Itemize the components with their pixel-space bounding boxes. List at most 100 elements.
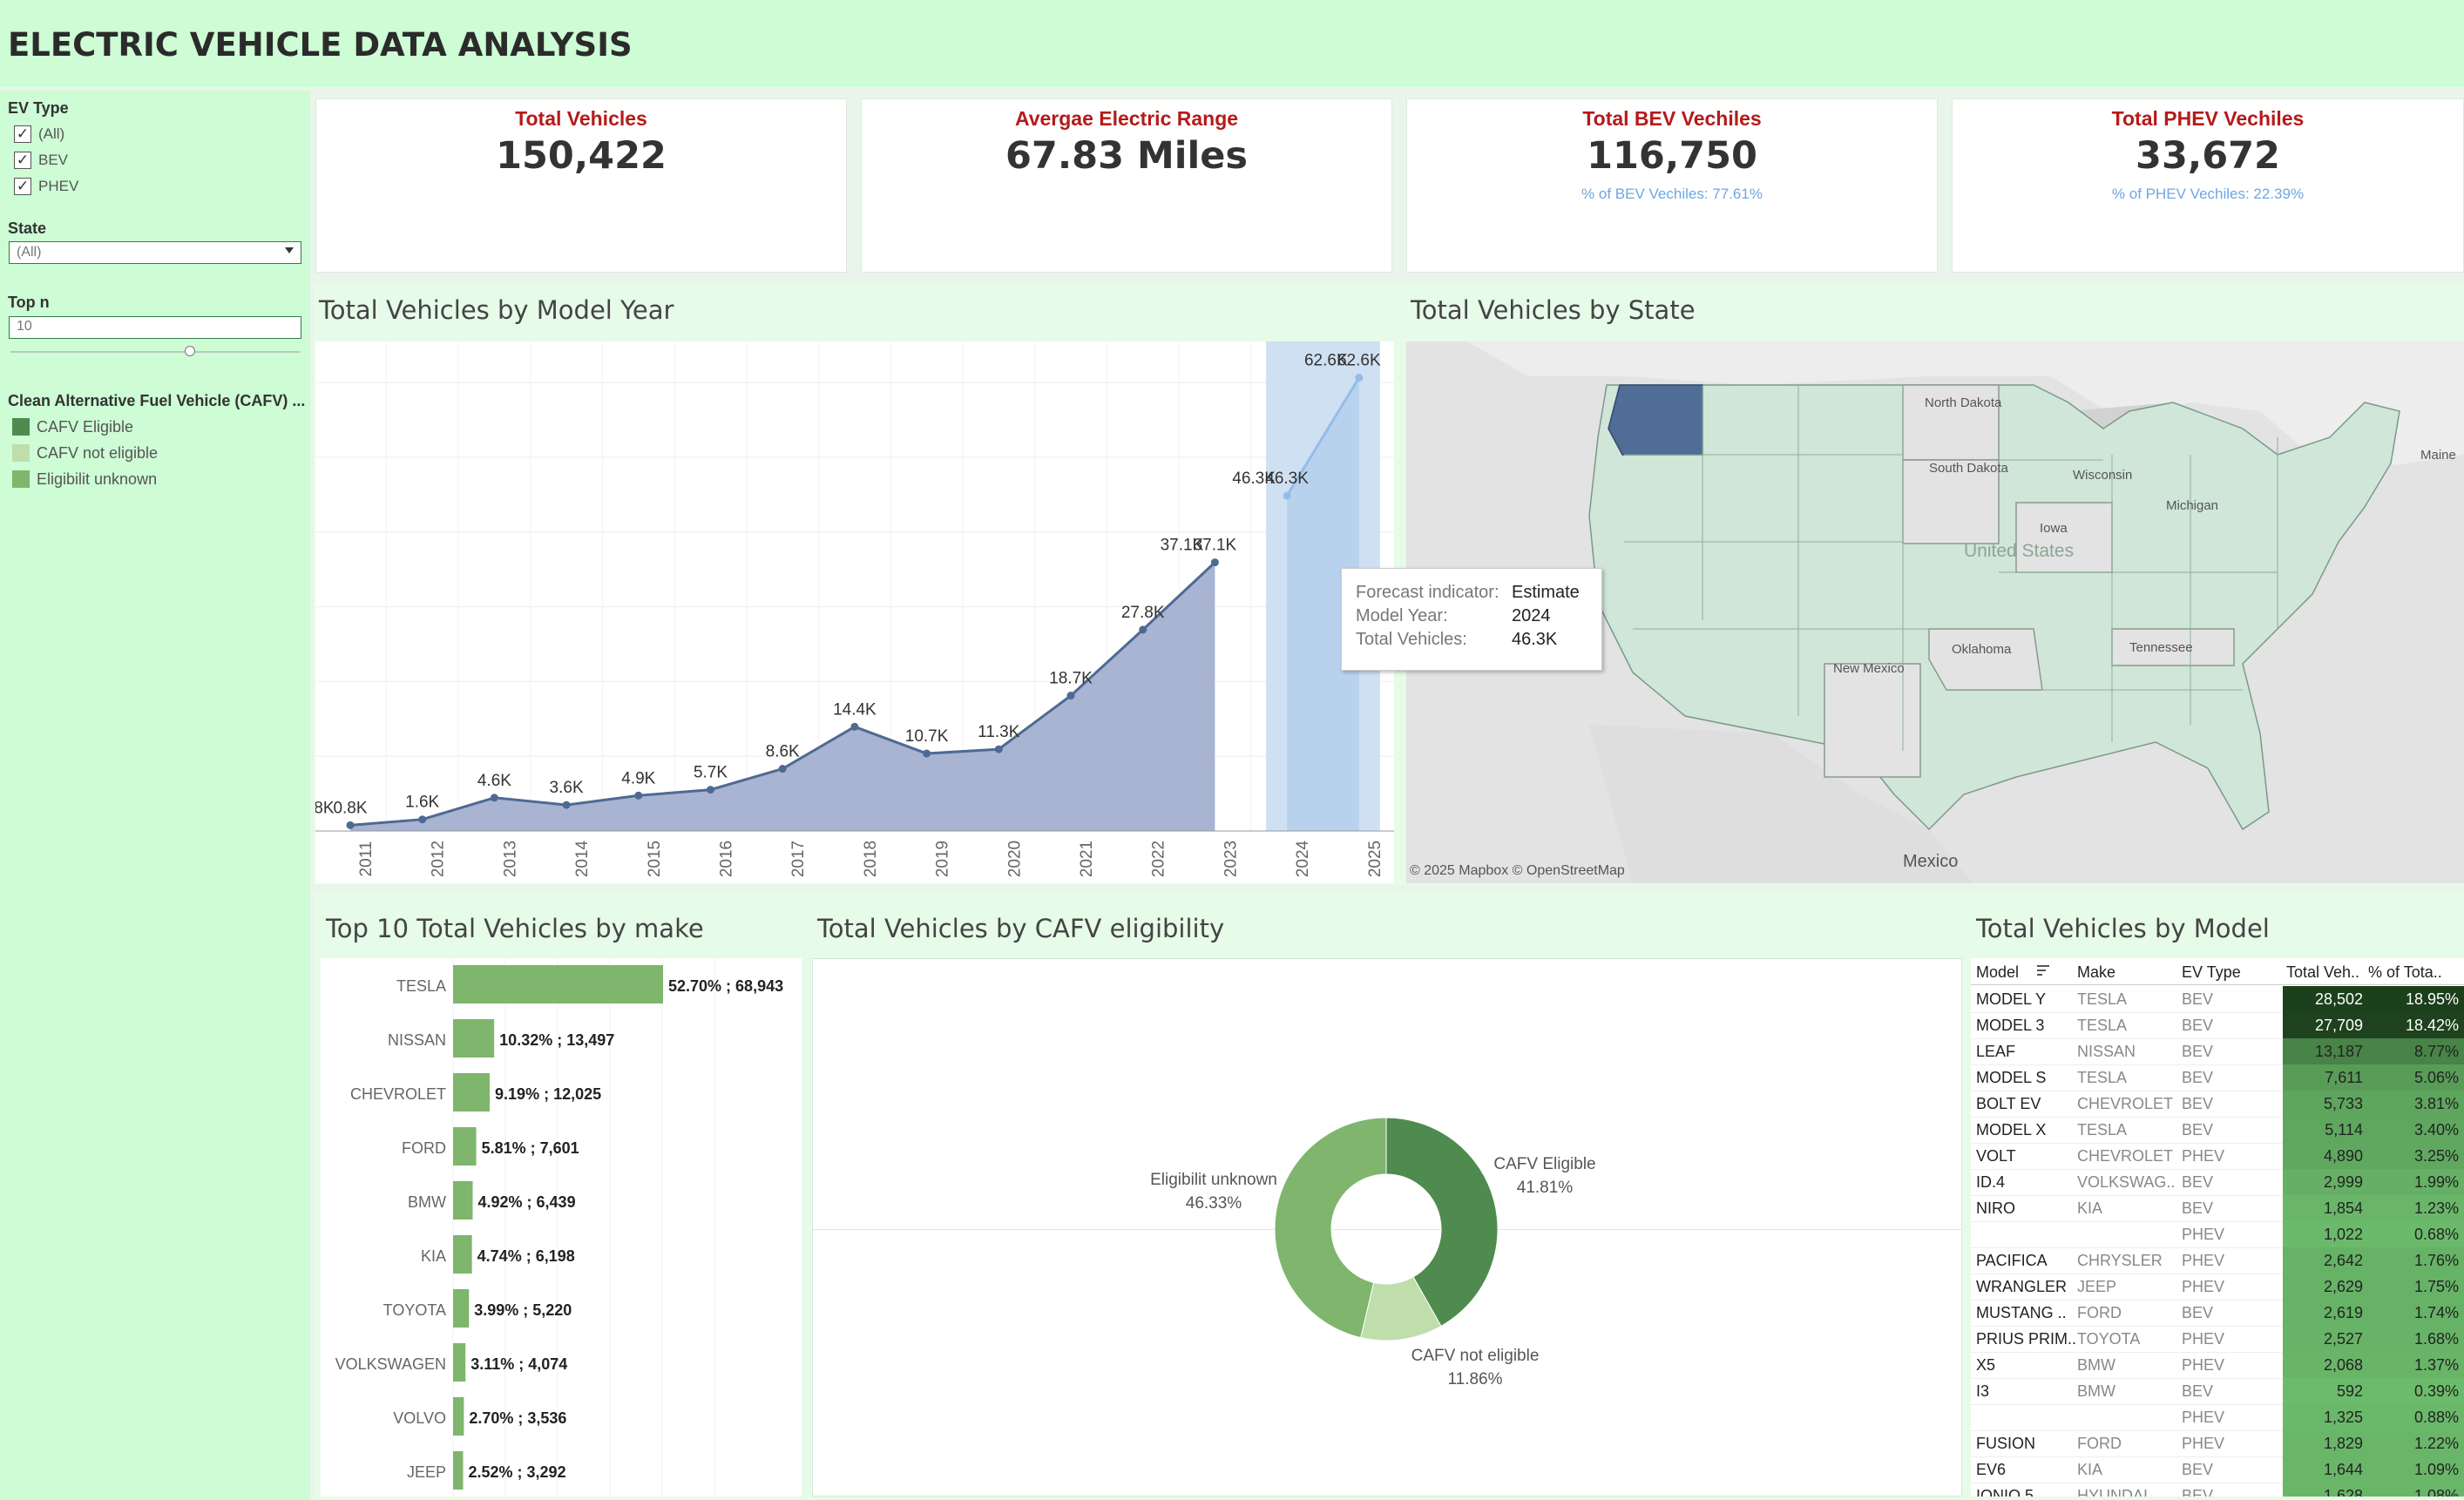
table-cell-make: KIA [2077, 1199, 2103, 1217]
tooltip-key: Forecast indicator: [1356, 583, 1499, 602]
ev-type-phev-checkbox[interactable]: ✓ [14, 178, 31, 195]
data-label: 4.9K [621, 769, 655, 787]
ev-type-bev-checkbox[interactable]: ✓ [14, 152, 31, 169]
table-row[interactable]: PACIFICA CHRYSLER PHEV 2,642 1.76% [1971, 1247, 2464, 1274]
table-row[interactable]: ID.4 VOLKSWAG.. BEV 2,999 1.99% [1971, 1169, 2464, 1196]
table-row[interactable]: LEAF NISSAN BEV 13,187 8.77% [1971, 1038, 2464, 1065]
table-cell-make: VOLKSWAG.. [2077, 1173, 2176, 1191]
map-label-iowa: Iowa [2040, 521, 2068, 536]
donut-label-name: CAFV not eligible [1411, 1347, 1540, 1365]
kpi-title: Total BEV Vechiles [1582, 107, 1762, 130]
filter-sidebar: EV Type ✓ (All) ✓ BEV ✓ PHEV State (All)… [0, 91, 310, 1500]
table-row[interactable]: BOLT EV CHEVROLET BEV 5,733 3.81% [1971, 1091, 2464, 1118]
kpi-title: Total PHEV Vechiles [2111, 107, 2305, 130]
map-label-south-dakota: South Dakota [1929, 461, 2008, 476]
table-cell-pct: 0.68% [2413, 1226, 2459, 1243]
table-header-cell[interactable]: EV Type [2182, 963, 2241, 982]
make-bar [453, 1235, 472, 1274]
table-cell-pct: 18.42% [2405, 1017, 2459, 1034]
table-row[interactable]: PHEV 1,022 0.68% [1971, 1221, 2464, 1248]
legend-swatch-eligible [12, 418, 30, 436]
table-row[interactable]: FUSION FORD PHEV 1,829 1.22% [1971, 1430, 2464, 1457]
data-label: 3.6K [550, 779, 584, 797]
x-tick-label: 2012 [430, 841, 448, 877]
table-cell-make: TESLA [2077, 1069, 2128, 1086]
table-row[interactable]: VOLT CHEVROLET PHEV 4,890 3.25% [1971, 1143, 2464, 1170]
table-header-cell[interactable]: Make [2077, 963, 2115, 982]
top-n-input[interactable]: 10 [9, 316, 301, 339]
x-tick-label: 2013 [501, 841, 519, 877]
state-iowa [2015, 502, 2113, 573]
table-cell-make: HYUNDAI [2077, 1487, 2149, 1497]
table-row[interactable]: X5 BMW PHEV 2,068 1.37% [1971, 1352, 2464, 1379]
table-cell-total: 4,890 [2323, 1147, 2363, 1165]
actual-point [1210, 558, 1219, 567]
table-cell-pct: 18.95% [2405, 990, 2459, 1008]
state-washington [1608, 384, 1703, 456]
state-filter-label: State [8, 220, 47, 237]
table-row[interactable]: MODEL X TESLA BEV 5,114 3.40% [1971, 1117, 2464, 1144]
table-cell-type: BEV [2182, 1017, 2214, 1034]
table-cell-type: PHEV [2182, 1147, 2225, 1165]
table-cell-type: PHEV [2182, 1330, 2225, 1348]
table-cell-make: TESLA [2077, 990, 2128, 1008]
table-header-cell[interactable]: % of Tota.. [2368, 963, 2442, 982]
kpi-title: Avergae Electric Range [1014, 107, 1239, 130]
data-label: 0.8K [315, 799, 335, 817]
state-dropdown[interactable]: (All) [9, 241, 301, 264]
x-tick-label: 2020 [1005, 841, 1024, 877]
table-row[interactable]: I3 BMW BEV 592 0.39% [1971, 1378, 2464, 1405]
table-row[interactable]: EV6 KIA BEV 1,644 1.09% [1971, 1456, 2464, 1483]
table-row[interactable]: PRIUS PRIM.. TOYOTA PHEV 2,527 1.68% [1971, 1326, 2464, 1353]
donut-label-name: Eligibilit unknown [1150, 1171, 1277, 1189]
x-tick-label: 2021 [1078, 841, 1096, 877]
map-label-north-dakota: North Dakota [1925, 395, 2002, 410]
sort-icon[interactable] [2037, 965, 2049, 977]
kpi-value: 67.83 Miles [1005, 134, 1248, 178]
table-cell-make: KIA [2077, 1461, 2103, 1478]
table-row[interactable]: MODEL 3 TESLA BEV 27,709 18.42% [1971, 1012, 2464, 1039]
table-cell-type: BEV [2182, 1043, 2214, 1060]
table-row[interactable]: WRANGLER JEEP PHEV 2,629 1.75% [1971, 1274, 2464, 1301]
table-cell-pct: 1.22% [2413, 1435, 2459, 1452]
map-label-mexico: Mexico [1903, 852, 1959, 871]
table-cell-make: TESLA [2077, 1017, 2128, 1034]
table-header-cell[interactable]: Model [1976, 963, 2019, 982]
table-cell-total: 1,829 [2323, 1435, 2363, 1452]
top-n-slider-thumb[interactable] [184, 346, 195, 356]
data-label: 27.8K [1121, 604, 1165, 622]
table-cell-make: BMW [2077, 1382, 2115, 1400]
table-row[interactable]: PHEV 1,325 0.88% [1971, 1404, 2464, 1431]
make-category-label: FORD [402, 1139, 446, 1157]
table-row[interactable]: MUSTANG .. FORD BEV 2,619 1.74% [1971, 1300, 2464, 1327]
table-cell-model: BOLT EV [1976, 1095, 2041, 1112]
donut-label-pct: 41.81% [1516, 1179, 1574, 1197]
model-table-body: Model Make EV Type Total Veh.. % of Tota.. MO… [1971, 958, 2464, 1497]
table-cell-pct: 1.76% [2413, 1252, 2459, 1269]
ev-type-all-checkbox[interactable]: ✓ [14, 125, 31, 143]
top-n-label: Top n [8, 294, 50, 311]
cafv-chart-title: Total Vehicles by CAFV eligibility [817, 914, 1225, 943]
map-attribution[interactable]: © 2025 Mapbox © OpenStreetMap [1410, 863, 1625, 879]
table-cell-model: VOLT [1976, 1147, 2016, 1165]
table-cell-pct: 1.68% [2413, 1330, 2459, 1348]
table-cell-make: JEEP [2077, 1278, 2117, 1295]
make-bar [453, 1289, 470, 1328]
table-row[interactable]: MODEL Y TESLA BEV 28,502 18.95% [1971, 986, 2464, 1013]
make-bar [453, 1451, 464, 1490]
table-cell-total: 1,644 [2323, 1461, 2363, 1478]
tooltip-value: 46.3K [1512, 630, 1558, 649]
table-row[interactable]: IONIQ 5 HYUNDAI BEV 1,628 1.08% [1971, 1483, 2464, 1497]
model-table-title: Total Vehicles by Model [1976, 914, 2270, 943]
table-row[interactable]: MODEL S TESLA BEV 7,611 5.06% [1971, 1064, 2464, 1091]
legend-item-unknown: Eligibilit unknown [37, 470, 158, 488]
top-n-slider-track[interactable] [10, 346, 300, 356]
table-header-cell[interactable]: Total Veh.. [2286, 963, 2359, 982]
model-table[interactable]: Model Make EV Type Total Veh.. % of Tota.. MO… [1971, 958, 2464, 1497]
table-cell-total: 1,022 [2323, 1226, 2363, 1243]
table-cell-total: 5,114 [2325, 1121, 2363, 1139]
dashboard-header: ELECTRIC VEHICLE DATA ANALYSIS [0, 0, 2464, 87]
table-row[interactable]: NIRO KIA BEV 1,854 1.23% [1971, 1195, 2464, 1222]
table-cell-type: BEV [2182, 1487, 2214, 1497]
table-cell-make: CHRYSLER [2077, 1252, 2163, 1269]
